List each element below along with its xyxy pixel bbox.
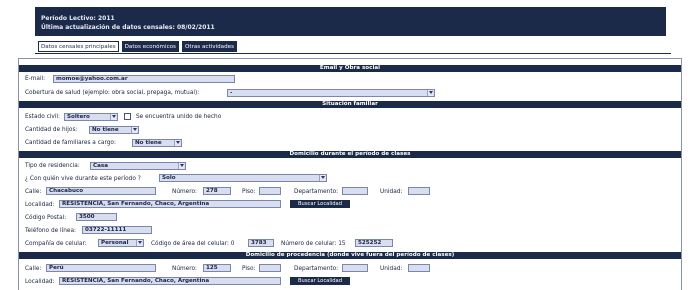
localidad-label: Localidad: — [25, 202, 55, 208]
numero-field[interactable]: 278 — [203, 187, 231, 195]
calle-label: Calle: — [25, 189, 42, 195]
piso-label: Piso: — [242, 189, 256, 195]
tab-datos-economicos[interactable]: Datos económicos — [121, 41, 179, 52]
residencia-label: Tipo de residencia: — [25, 163, 80, 169]
chevron-down-icon — [136, 240, 142, 246]
telefono-label: Teléfono de línea: — [25, 228, 77, 234]
section-email-obra: Email y Obra social — [19, 65, 681, 72]
section-domicilio-clases: Domicilio durante el período de clases — [19, 151, 681, 158]
tab-divider — [35, 53, 671, 54]
procedencia-piso-field[interactable] — [259, 264, 281, 272]
procedencia-buscar-localidad-button[interactable]: Buscar Localidad — [290, 277, 350, 285]
procedencia-localidad-label: Localidad: — [25, 279, 55, 285]
numero-celular-field[interactable]: 525252 — [355, 239, 393, 247]
calle-field[interactable]: Chacabuco — [46, 187, 156, 195]
chevron-down-icon — [174, 140, 180, 146]
telefono-field[interactable]: 03722-11111 — [82, 226, 152, 234]
codigo-postal-field[interactable]: 3500 — [76, 213, 117, 221]
email-field[interactable]: momoe@yahoo.com.ar — [53, 75, 235, 83]
procedencia-numero-field[interactable]: 125 — [203, 264, 231, 272]
procedencia-departamento-label: Departamento: — [294, 266, 339, 272]
piso-field[interactable] — [259, 187, 281, 195]
estado-civil-select[interactable]: Soltero — [64, 113, 118, 121]
procedencia-piso-label: Piso: — [242, 266, 256, 272]
procedencia-numero-label: Número: — [172, 266, 197, 272]
codigo-area-field[interactable]: 3783 — [248, 239, 274, 247]
procedencia-calle-field[interactable]: Perú — [46, 264, 156, 272]
departamento-field[interactable] — [342, 187, 368, 195]
hijos-label: Cantidad de hijos: — [25, 127, 78, 133]
chevron-down-icon — [110, 114, 116, 120]
procedencia-calle-label: Calle: — [25, 266, 42, 272]
section-situacion-familiar: Situación familiar — [19, 101, 681, 108]
numero-celular-label: Número de celular: 15 — [281, 241, 346, 247]
chevron-down-icon — [131, 127, 137, 133]
periodo-lectivo: Período Lectivo: 2011 — [41, 15, 115, 22]
codigo-postal-label: Código Postal: — [25, 215, 67, 221]
census-form: Email y Obra social E-mail: momoe@yahoo.… — [18, 58, 682, 290]
convive-select[interactable]: Solo — [159, 174, 327, 182]
procedencia-unidad-field[interactable] — [408, 264, 430, 272]
chevron-down-icon — [178, 163, 184, 169]
numero-label: Número: — [172, 189, 197, 195]
cobertura-select[interactable]: - — [227, 89, 435, 97]
familiares-label: Cantidad de familiares a cargo: — [25, 140, 116, 146]
chevron-down-icon — [319, 175, 325, 181]
tab-datos-censales[interactable]: Datos censales principales — [38, 41, 119, 52]
estado-civil-label: Estado civil: — [25, 114, 60, 120]
tab-bar: Datos censales principales Datos económi… — [38, 41, 238, 52]
departamento-label: Departamento: — [294, 189, 339, 195]
union-hecho-label: Se encuentra unido de hecho — [136, 114, 222, 120]
hijos-select[interactable]: No tiene — [89, 126, 139, 134]
union-hecho-checkbox[interactable] — [124, 113, 131, 120]
tab-otras-actividades[interactable]: Otras actividades — [181, 41, 238, 52]
chevron-down-icon — [427, 90, 433, 96]
ultima-actualizacion: Última actualización de datos censales: … — [41, 24, 215, 31]
procedencia-unidad-label: Unidad: — [380, 266, 403, 272]
familiares-select[interactable]: No tiene — [132, 139, 182, 147]
unidad-label: Unidad: — [380, 189, 403, 195]
section-domicilio-procedencia: Domicilio de procedencia (donde vive fue… — [19, 252, 681, 259]
email-label: E-mail: — [25, 76, 46, 82]
unidad-field[interactable] — [408, 187, 430, 195]
codigo-area-label: Código de área del celular: 0 — [151, 241, 235, 247]
residencia-select[interactable]: Casa — [90, 162, 186, 170]
compania-label: Compañía de celular: — [25, 241, 87, 247]
compania-select[interactable]: Personal — [98, 239, 144, 247]
buscar-localidad-button[interactable]: Buscar Localidad — [290, 200, 350, 208]
procedencia-departamento-field[interactable] — [342, 264, 368, 272]
procedencia-localidad-field[interactable]: RESISTENCIA, San Fernando, Chaco, Argent… — [59, 277, 281, 285]
cobertura-label: Cobertura de salud (ejemplo: obra social… — [25, 90, 200, 96]
localidad-field[interactable]: RESISTENCIA, San Fernando, Chaco, Argent… — [59, 200, 281, 208]
header-band: Período Lectivo: 2011 Última actualizaci… — [35, 7, 666, 36]
convive-label: ¿ Con quién vive durante este período ? — [25, 176, 141, 182]
